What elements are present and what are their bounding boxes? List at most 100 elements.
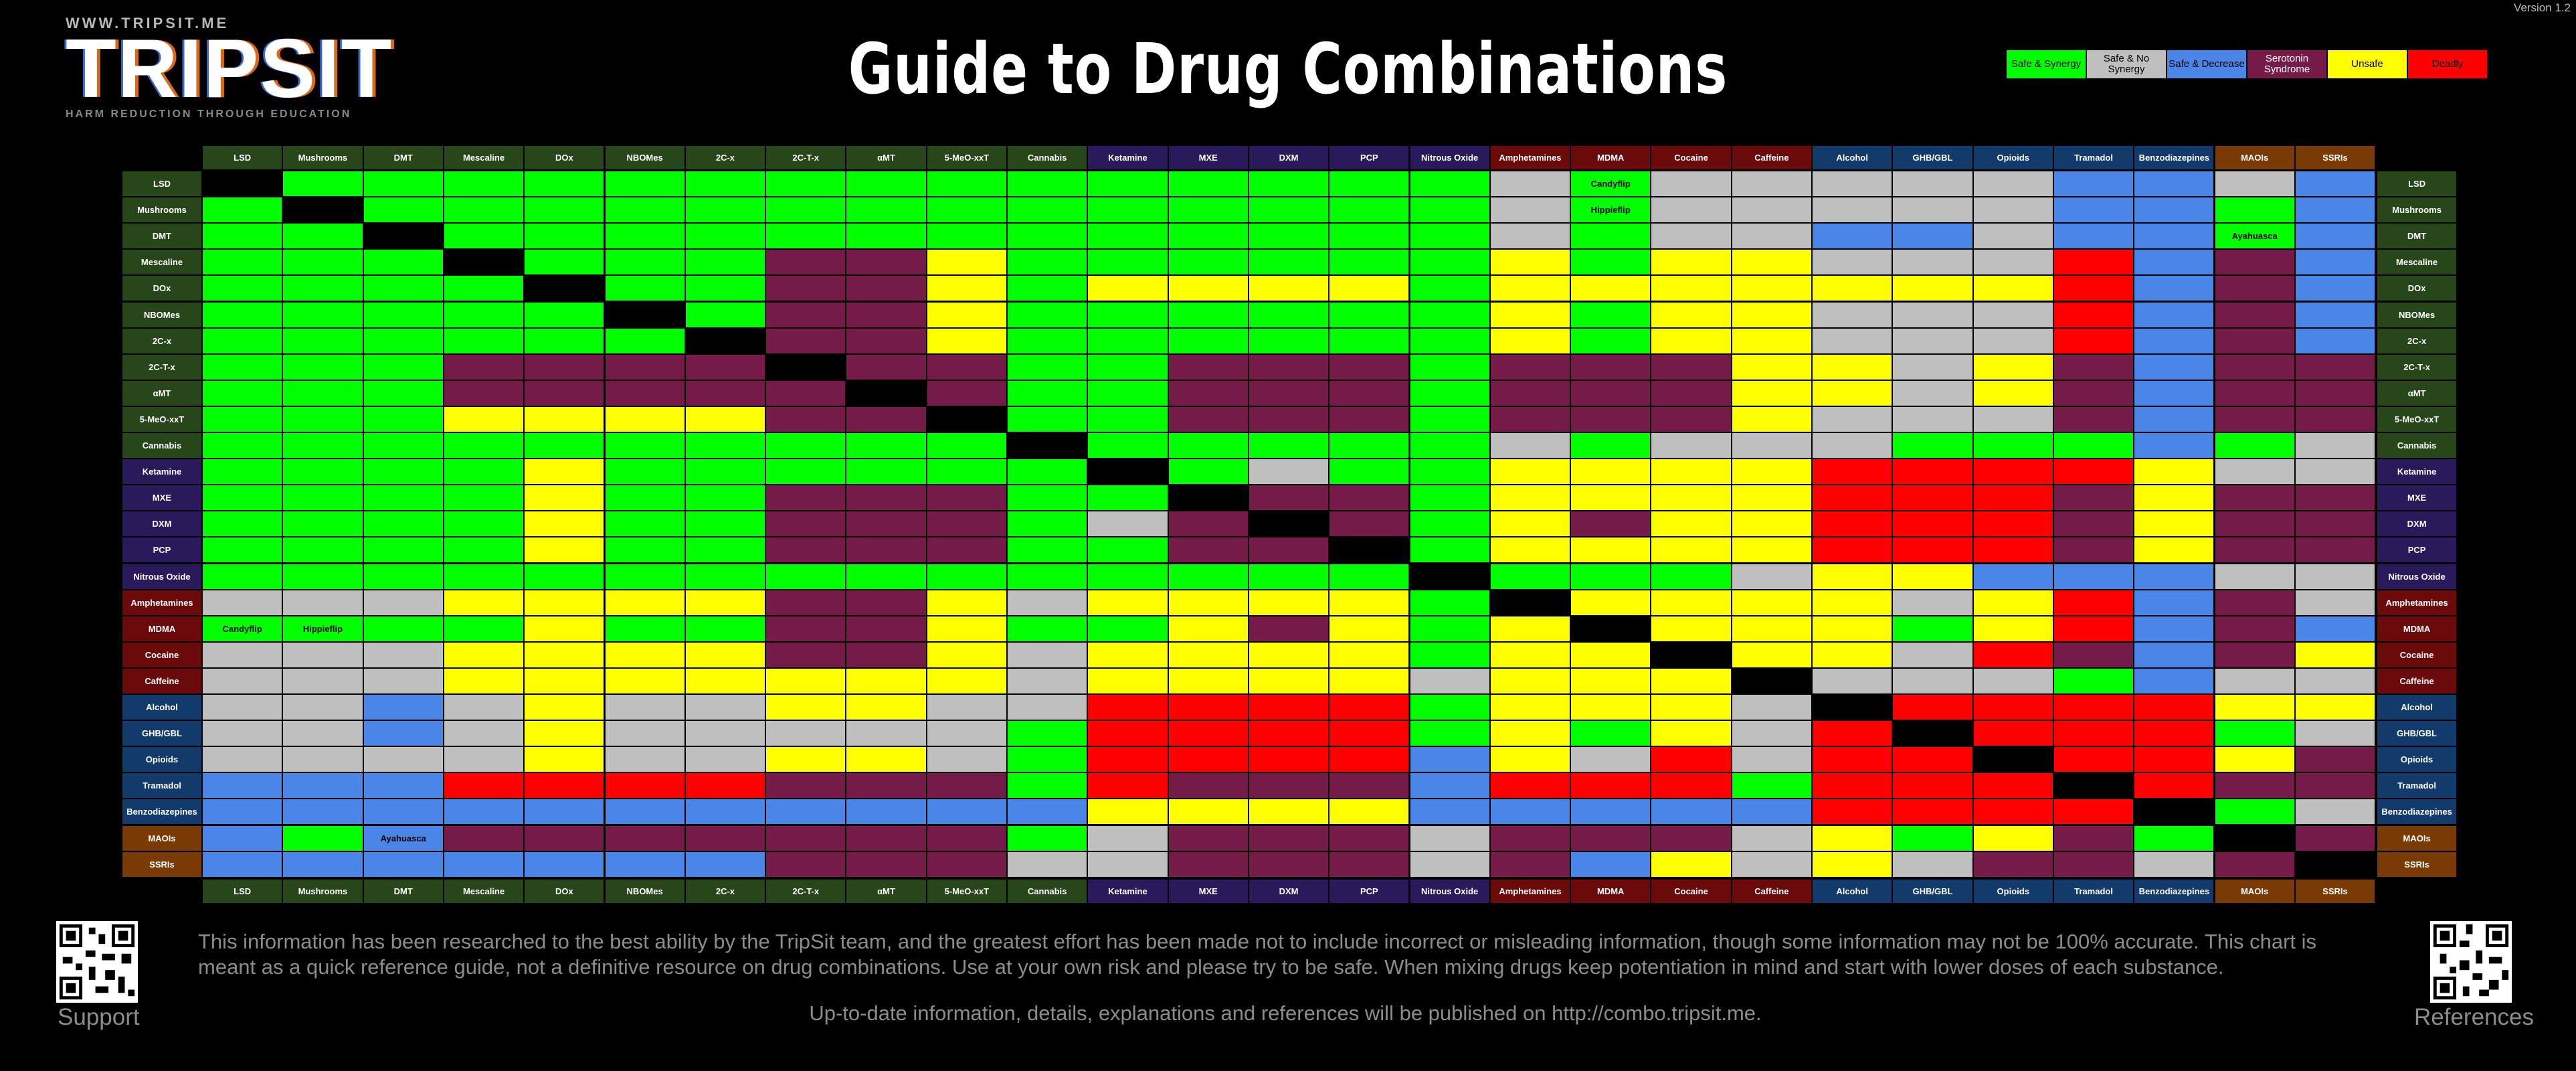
heatmap-cell: [363, 485, 444, 511]
heatmap-cell: [1651, 353, 1732, 380]
column-header: NBOMes: [604, 145, 685, 171]
heatmap-cell: [1892, 353, 1973, 380]
heatmap-cell: [1570, 772, 1651, 799]
heatmap-cell: [2214, 432, 2295, 459]
heatmap-cell: [1409, 485, 1490, 511]
heatmap-cell: [1972, 275, 2053, 302]
heatmap-cell: [1651, 641, 1732, 668]
heatmap-cell: [443, 380, 525, 406]
heatmap-cell: [1168, 171, 1249, 197]
heatmap-cell: [1007, 327, 1088, 354]
row-header-right: DOx: [2377, 275, 2458, 302]
heatmap-cell: [2134, 641, 2215, 668]
heatmap-cell: [1570, 223, 1651, 250]
heatmap-cell: [1329, 772, 1410, 799]
heatmap-cell: [684, 511, 766, 538]
heatmap-cell: [1007, 720, 1088, 747]
heatmap-cell: [2294, 171, 2376, 197]
heatmap-cell: [765, 746, 846, 773]
heatmap-cell: [1651, 171, 1732, 197]
heatmap-cell: [2134, 223, 2215, 250]
heatmap-cell: [684, 223, 766, 250]
heatmap-cell: [1329, 667, 1410, 694]
heatmap-cell: [282, 406, 363, 432]
heatmap-cell: [926, 589, 1007, 616]
heatmap-cell: [2294, 563, 2376, 590]
heatmap-cell: [684, 197, 766, 224]
heatmap-cell: [2294, 353, 2376, 380]
heatmap-cell: [1731, 301, 1812, 328]
heatmap-cell: [282, 223, 363, 250]
heatmap-cell: [202, 275, 283, 302]
heatmap-cell: [1248, 327, 1329, 354]
row-header-right: Ketamine: [2377, 459, 2458, 485]
heatmap-cell: [282, 537, 363, 564]
heatmap-cell: [282, 851, 363, 878]
heatmap-cell: [2053, 275, 2134, 302]
heatmap-cell: [1489, 851, 1571, 878]
heatmap-cell: [1007, 563, 1088, 590]
heatmap-cell: [1248, 772, 1329, 799]
heatmap-cell: [765, 667, 846, 694]
heatmap-cell: [765, 851, 846, 878]
heatmap-cell: [926, 485, 1007, 511]
cell-note: Ayahuasca: [2231, 231, 2278, 242]
heatmap-cell: [2053, 511, 2134, 538]
heatmap-cell: [1409, 772, 1490, 799]
heatmap-cell: [443, 249, 525, 276]
heatmap-cell: [604, 825, 685, 851]
heatmap-cell: [846, 459, 927, 485]
heatmap-cell: [2294, 772, 2376, 799]
heatmap-cell: [2053, 615, 2134, 642]
heatmap-cell: [684, 615, 766, 642]
heatmap-cell: [1489, 380, 1571, 406]
heatmap-cell: [1651, 694, 1732, 721]
heatmap-cell: [443, 459, 525, 485]
heatmap-cell: [846, 825, 927, 851]
row-header-right: Mushrooms: [2377, 197, 2458, 224]
heatmap-cell: [524, 537, 605, 564]
heatmap-cell: [765, 406, 846, 432]
cell-note: Hippieflip: [1590, 205, 1631, 216]
heatmap-cell: [1892, 825, 1973, 851]
column-footer: DXM: [1248, 878, 1329, 904]
heatmap-cell: [1087, 746, 1168, 773]
heatmap-cell: [1168, 641, 1249, 668]
heatmap-cell: [524, 563, 605, 590]
heatmap-cell: [282, 459, 363, 485]
heatmap-cell: [1892, 485, 1973, 511]
heatmap-cell: [846, 537, 927, 564]
heatmap-cell: [1812, 485, 1893, 511]
heatmap-cell: [1651, 746, 1732, 773]
heatmap-cell: [2053, 694, 2134, 721]
heatmap-cell: [2294, 851, 2376, 878]
row-header-right: Opioids: [2377, 746, 2458, 773]
heatmap-cell: [604, 746, 685, 773]
row-header-right: DXM: [2377, 511, 2458, 538]
row-header-right: Nitrous Oxide: [2377, 563, 2458, 590]
heatmap-cell: [926, 171, 1007, 197]
heatmap-cell: [2214, 353, 2295, 380]
heatmap-cell: [765, 432, 846, 459]
heatmap-cell: [2214, 197, 2295, 224]
heatmap-cell: [1007, 223, 1088, 250]
heatmap-cell: [1972, 353, 2053, 380]
heatmap-cell: [1731, 746, 1812, 773]
heatmap-cell: [2294, 327, 2376, 354]
logo-tagline: HARM REDUCTION THROUGH EDUCATION: [66, 108, 352, 120]
heatmap-cell: [1570, 432, 1651, 459]
heatmap-cell: [1248, 694, 1329, 721]
row-header-left: Mescaline: [122, 249, 202, 276]
heatmap-cell: [1892, 720, 1973, 747]
heatmap-cell: [1570, 667, 1651, 694]
heatmap-cell: [1409, 694, 1490, 721]
heatmap-cell: [2134, 459, 2215, 485]
heatmap-cell: [1812, 720, 1893, 747]
heatmap-cell: [1168, 301, 1249, 328]
heatmap-cell: [1489, 799, 1571, 825]
row-header-right: PCP: [2377, 537, 2458, 564]
heatmap-cell: [1892, 537, 1973, 564]
heatmap-cell: [1329, 641, 1410, 668]
heatmap-cell: [1812, 772, 1893, 799]
heatmap-cell: [1489, 772, 1571, 799]
